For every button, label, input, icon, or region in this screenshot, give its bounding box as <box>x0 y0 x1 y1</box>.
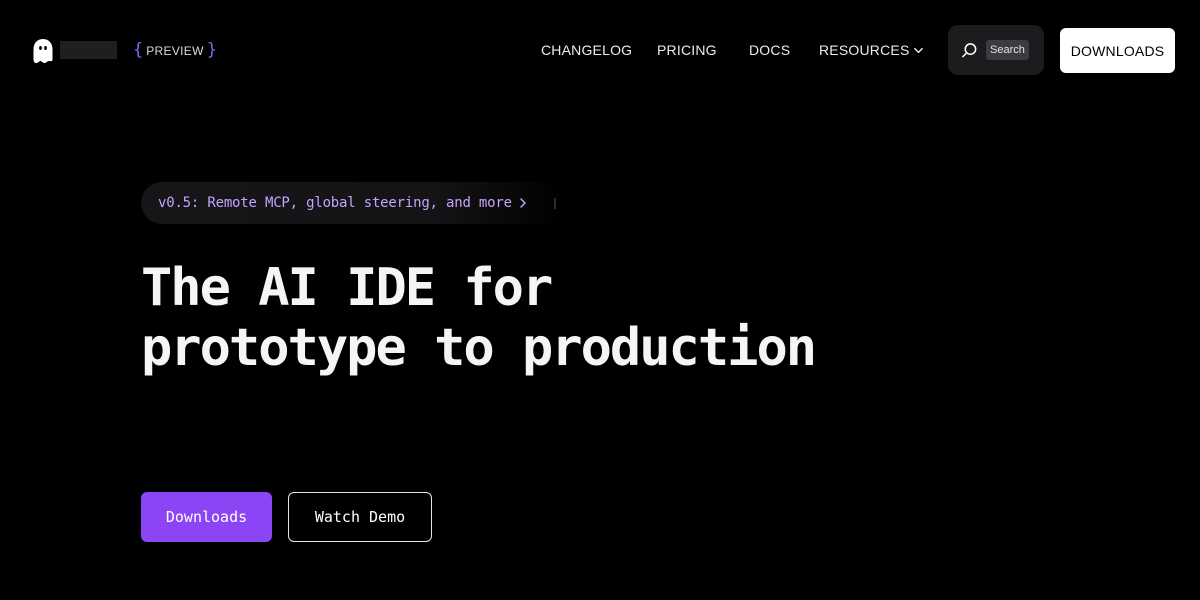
search-label: Search <box>986 40 1029 60</box>
header-downloads-button[interactable]: DOWNLOADS <box>1060 28 1175 73</box>
announcement-text: v0.5: Remote MCP, global steering, and m… <box>158 195 512 211</box>
downloads-button[interactable]: Downloads <box>141 492 272 542</box>
nav-docs[interactable]: DOCS <box>749 40 790 60</box>
search-icon <box>962 42 977 57</box>
hero-heading: The AI IDE for prototype to production <box>141 258 817 378</box>
brace-open: { <box>133 40 144 60</box>
ghost-icon[interactable] <box>32 38 54 64</box>
nav-resources-dropdown[interactable]: RESOURCES <box>819 40 924 60</box>
search-button[interactable]: Search <box>948 25 1044 75</box>
preview-badge: { PREVIEW } <box>133 40 217 60</box>
chevron-right-icon <box>520 198 526 208</box>
hero-line-2: prototype to production <box>141 318 817 378</box>
preview-label: PREVIEW <box>146 43 204 58</box>
pill-divider <box>554 198 556 209</box>
brace-close: } <box>206 40 217 60</box>
nav-resources-label: RESOURCES <box>819 42 910 58</box>
chevron-down-icon <box>914 47 924 54</box>
hero-line-1: The AI IDE for <box>141 258 553 318</box>
nav-pricing[interactable]: PRICING <box>657 40 717 60</box>
brand-wordmark[interactable] <box>60 41 117 59</box>
announcement-pill[interactable]: v0.5: Remote MCP, global steering, and m… <box>141 182 561 224</box>
watch-demo-button[interactable]: Watch Demo <box>288 492 432 542</box>
nav-changelog[interactable]: CHANGELOG <box>541 40 632 60</box>
